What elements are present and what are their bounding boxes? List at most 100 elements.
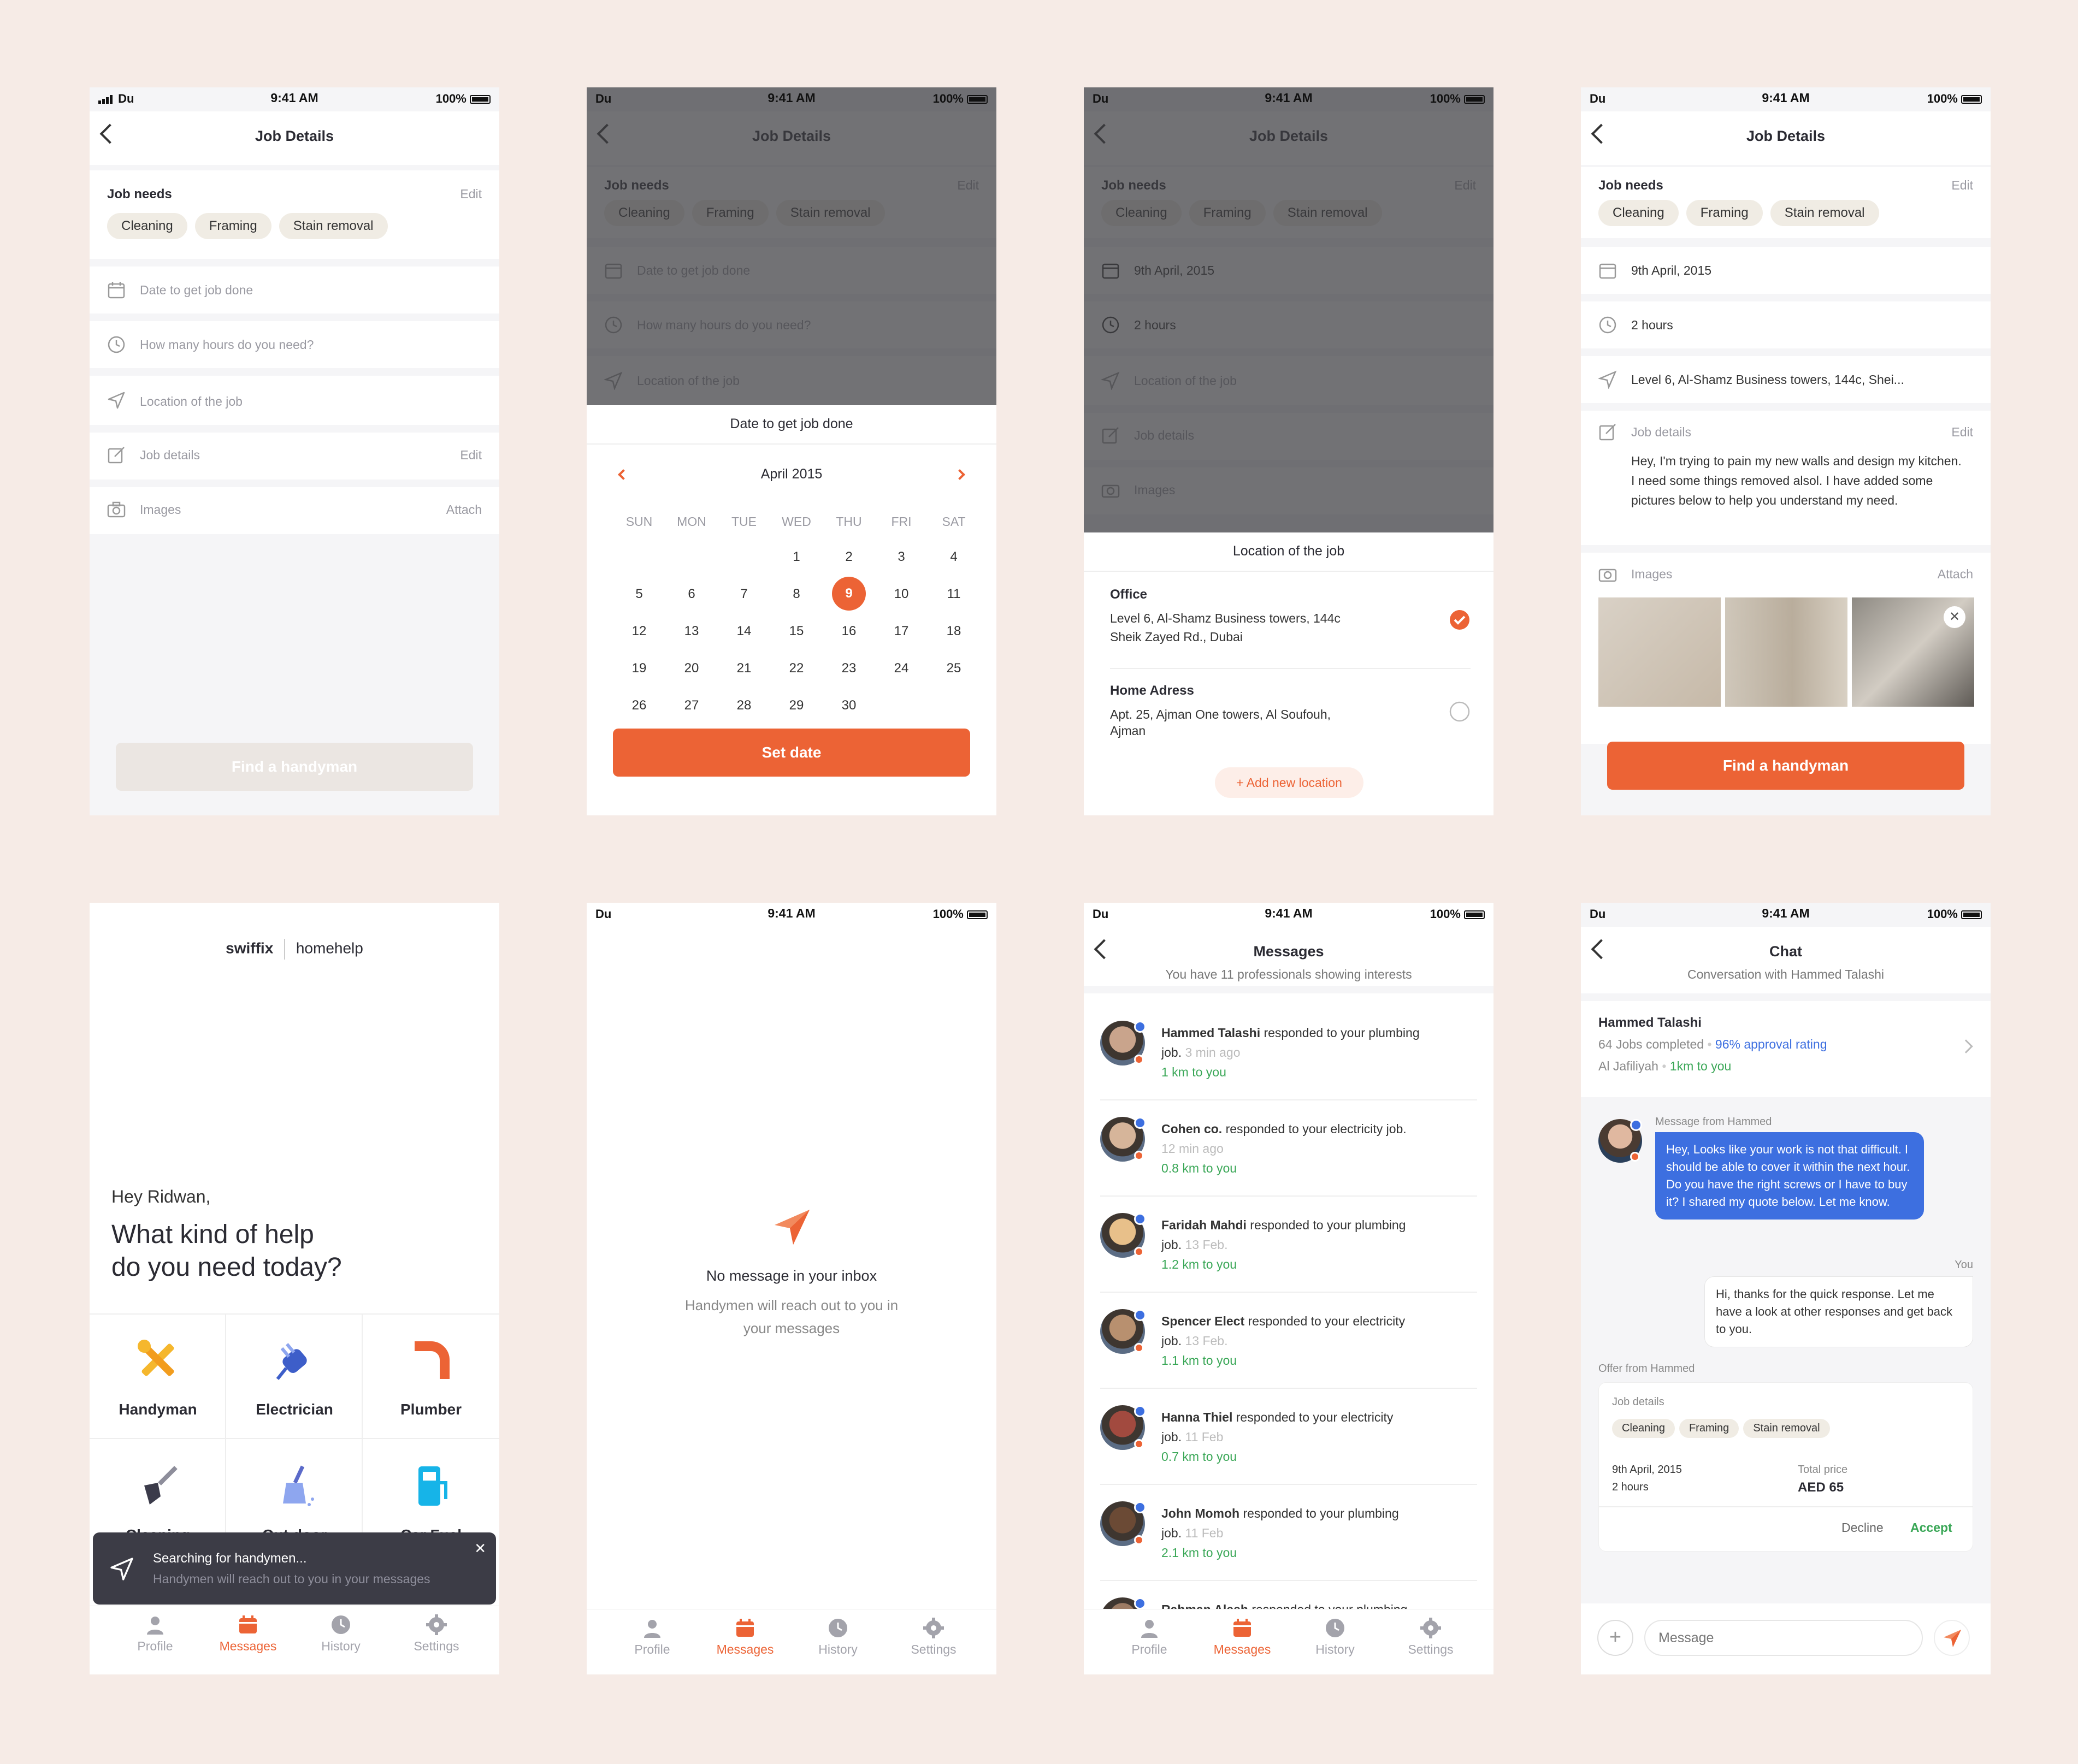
calendar-day[interactable]: 20 — [665, 661, 718, 676]
calendar-day[interactable]: 14 — [718, 624, 770, 639]
calendar-day[interactable]: 6 — [665, 587, 718, 602]
tab-messages[interactable]: Messages — [199, 1614, 297, 1654]
weekday-label: TUE — [731, 514, 757, 529]
chip-framing[interactable]: Framing — [194, 213, 271, 239]
calendar-day[interactable]: 5 — [613, 587, 665, 602]
calendar-day[interactable]: 17 — [875, 624, 928, 639]
tab-profile[interactable]: Profile — [603, 1617, 701, 1657]
calendar-day[interactable]: 27 — [665, 698, 718, 713]
location-option-office[interactable]: Office Level 6, Al-Shamz Business towers… — [1110, 587, 1471, 669]
dim-overlay[interactable] — [1084, 87, 1493, 532]
plus-icon[interactable]: + — [1597, 1620, 1633, 1656]
calendar-day[interactable]: 18 — [928, 624, 980, 639]
calendar-day[interactable]: 15 — [770, 624, 823, 639]
calendar-day[interactable]: 8 — [770, 587, 823, 602]
calendar-day[interactable]: 2 — [823, 549, 875, 565]
tab-history[interactable]: History — [789, 1617, 887, 1657]
job-image-1[interactable] — [1598, 597, 1721, 707]
message-item[interactable]: Hanna Thiel responded to your electricit… — [1100, 1389, 1477, 1485]
dim-overlay[interactable] — [587, 87, 996, 405]
calendar-day[interactable]: 29 — [770, 698, 823, 713]
calendar-day[interactable]: 28 — [718, 698, 770, 713]
status-dot-icon — [1134, 1535, 1144, 1545]
location-option-home[interactable]: Home Adress Apt. 25, Ajman One towers, A… — [1110, 683, 1471, 743]
service-plumber[interactable]: Plumber — [363, 1313, 499, 1439]
radio-unchecked-icon[interactable] — [1449, 701, 1471, 723]
calendar-day[interactable]: 23 — [823, 661, 875, 676]
date-field[interactable]: 9th April, 2015 — [1581, 247, 1991, 294]
decline-button[interactable]: Decline — [1841, 1520, 1884, 1535]
job-details-field[interactable]: Job details Edit Hey, I'm trying to pain… — [1581, 411, 1991, 545]
tab-messages[interactable]: Messages — [1193, 1617, 1291, 1657]
location-field[interactable]: Level 6, Al-Shamz Business towers, 144c,… — [1581, 356, 1991, 403]
calendar-day[interactable]: 4 — [928, 549, 980, 565]
set-date-button[interactable]: Set date — [613, 729, 970, 777]
location-field[interactable]: Location of the job — [90, 376, 499, 425]
service-handyman[interactable]: Handyman — [90, 1313, 226, 1439]
chip-stain-removal[interactable]: Stain removal — [279, 213, 388, 239]
edit-link[interactable]: Edit — [460, 187, 482, 202]
message-input[interactable] — [1644, 1620, 1923, 1656]
chip-stain-removal[interactable]: Stain removal — [1770, 200, 1879, 226]
calendar-day[interactable]: 3 — [875, 549, 928, 565]
radio-checked-icon[interactable] — [1449, 609, 1471, 631]
tab-messages[interactable]: Messages — [696, 1617, 794, 1657]
send-button[interactable] — [1934, 1620, 1970, 1656]
close-icon[interactable]: ✕ — [474, 1540, 486, 1557]
chip-cleaning[interactable]: Cleaning — [1598, 200, 1679, 226]
calendar-day[interactable]: 26 — [613, 698, 665, 713]
message-item[interactable]: John Momoh responded to your plumbing job… — [1100, 1485, 1477, 1581]
find-handyman-button[interactable]: Find a handyman — [116, 743, 473, 791]
attach-link[interactable]: Attach — [1938, 567, 1973, 582]
history-icon — [1326, 1619, 1344, 1637]
verified-badge-icon — [1134, 1309, 1146, 1321]
calendar-day[interactable]: 30 — [823, 698, 875, 713]
edit-link[interactable]: Edit — [1951, 425, 1973, 440]
find-handyman-button[interactable]: Find a handyman — [1607, 742, 1964, 790]
hours-field[interactable]: 2 hours — [1581, 301, 1991, 348]
accept-button[interactable]: Accept — [1910, 1520, 1952, 1535]
message-item[interactable]: Cohen co. responded to your electricity … — [1100, 1100, 1477, 1197]
page-title: Chat — [1769, 943, 1802, 960]
tab-settings[interactable]: Settings — [1382, 1617, 1480, 1657]
location-arrow-icon — [108, 392, 125, 409]
job-details-field[interactable]: Job details Edit — [90, 433, 499, 480]
tab-settings[interactable]: Settings — [884, 1617, 983, 1657]
calendar-day[interactable]: 10 — [875, 587, 928, 602]
message-item[interactable]: Faridah Mahdi responded to your plumbing… — [1100, 1197, 1477, 1293]
calendar-day[interactable]: 19 — [613, 661, 665, 676]
calendar-day[interactable]: 11 — [928, 587, 980, 602]
calendar-day[interactable]: 24 — [875, 661, 928, 676]
calendar-day[interactable]: 13 — [665, 624, 718, 639]
chip-cleaning[interactable]: Cleaning — [107, 213, 187, 239]
calendar-day[interactable]: 22 — [770, 661, 823, 676]
edit-link[interactable]: Edit — [460, 448, 482, 463]
calendar-day[interactable]: 1 — [770, 549, 823, 565]
tab-history[interactable]: History — [1286, 1617, 1384, 1657]
remove-image-icon[interactable]: ✕ — [1944, 606, 1965, 628]
empty-subtitle: Handymen will reach out to you in your m… — [684, 1297, 899, 1336]
service-electrician[interactable]: Electrician — [226, 1313, 363, 1439]
tab-profile[interactable]: Profile — [106, 1614, 204, 1654]
chip-framing[interactable]: Framing — [1686, 200, 1763, 226]
tab-settings[interactable]: Settings — [387, 1614, 486, 1654]
attach-link[interactable]: Attach — [446, 502, 482, 517]
edit-link[interactable]: Edit — [1951, 178, 1973, 193]
hours-field[interactable]: How many hours do you need? — [90, 321, 499, 368]
settings-icon — [923, 1618, 944, 1638]
add-location-button[interactable]: + Add new location — [1215, 767, 1363, 798]
date-field[interactable]: Date to get job done — [90, 267, 499, 313]
job-image-2[interactable] — [1725, 597, 1847, 707]
tab-profile[interactable]: Profile — [1100, 1617, 1199, 1657]
calendar-day[interactable]: 25 — [928, 661, 980, 676]
tab-history[interactable]: History — [292, 1614, 390, 1654]
calendar-day[interactable]: 12 — [613, 624, 665, 639]
calendar-day-selected[interactable]: 9 — [832, 577, 866, 611]
message-item[interactable]: Spencer Elect responded to your electric… — [1100, 1293, 1477, 1389]
provider-card[interactable]: Hammed Talashi 64 Jobs completed • 96% a… — [1581, 1001, 1991, 1097]
job-image-3[interactable]: ✕ — [1852, 597, 1974, 707]
calendar-day[interactable]: 7 — [718, 587, 770, 602]
calendar-day[interactable]: 16 — [823, 624, 875, 639]
message-item[interactable]: Hammed Talashi responded to your plumbin… — [1100, 1004, 1477, 1100]
calendar-day[interactable]: 21 — [718, 661, 770, 676]
